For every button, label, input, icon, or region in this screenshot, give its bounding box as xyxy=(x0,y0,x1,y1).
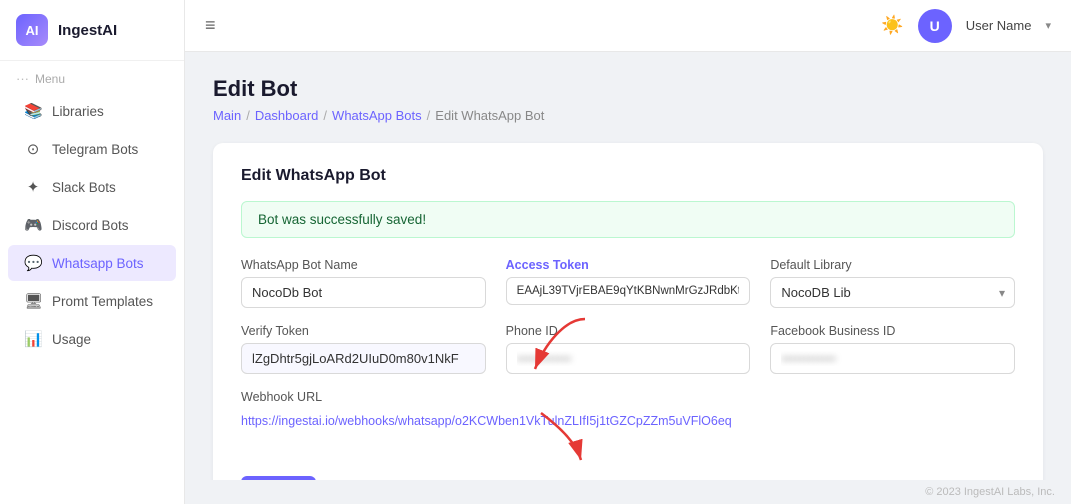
breadcrumb: Main / Dashboard / WhatsApp Bots / Edit … xyxy=(213,108,1043,123)
webhook-section: Webhook URL https://ingestai.io/webhooks… xyxy=(241,390,1015,428)
breadcrumb-dashboard[interactable]: Dashboard xyxy=(255,108,319,123)
slack-icon: ✦ xyxy=(24,178,42,196)
access-token-group: Access Token xyxy=(506,258,751,308)
sidebar-item-label: Promt Templates xyxy=(52,294,153,309)
sidebar: AI IngestAI ··· Menu 📚 Libraries ⊙ Teleg… xyxy=(0,0,185,504)
verify-token-group: Verify Token xyxy=(241,324,486,374)
app-logo-icon: AI xyxy=(16,14,48,46)
menu-label: Menu xyxy=(35,72,65,86)
phone-id-input[interactable] xyxy=(506,343,751,374)
breadcrumb-sep-2: / xyxy=(323,108,327,123)
breadcrumb-sep-1: / xyxy=(246,108,250,123)
theme-toggle-icon[interactable]: ☀️ xyxy=(881,15,903,36)
content-area: Edit Bot Main / Dashboard / WhatsApp Bot… xyxy=(185,52,1071,480)
default-library-select[interactable]: NocoDB Lib xyxy=(770,277,1015,308)
success-message: Bot was successfully saved! xyxy=(258,212,426,227)
user-name: User Name xyxy=(966,18,1032,33)
app-name: IngestAI xyxy=(58,22,117,39)
discord-icon: 🎮 xyxy=(24,216,42,234)
sidebar-menu-section: ··· Menu xyxy=(0,61,184,92)
sidebar-item-label: Usage xyxy=(52,332,91,347)
bot-name-input[interactable] xyxy=(241,277,486,308)
bot-name-label: WhatsApp Bot Name xyxy=(241,258,486,272)
sidebar-item-telegram-bots[interactable]: ⊙ Telegram Bots xyxy=(8,131,176,167)
libraries-icon: 📚 xyxy=(24,102,42,120)
topbar: ≡ ☀️ U User Name ▾ xyxy=(185,0,1071,52)
webhook-url-label: Webhook URL xyxy=(241,390,1015,404)
breadcrumb-sep-3: / xyxy=(427,108,431,123)
whatsapp-icon: 💬 xyxy=(24,254,42,272)
sidebar-item-label: Libraries xyxy=(52,104,104,119)
fb-business-id-label: Facebook Business ID xyxy=(770,324,1015,338)
access-token-input[interactable] xyxy=(506,277,751,305)
verify-token-input[interactable] xyxy=(241,343,486,374)
default-library-select-wrapper[interactable]: NocoDB Lib xyxy=(770,277,1015,308)
breadcrumb-main[interactable]: Main xyxy=(213,108,241,123)
form-row-1: WhatsApp Bot Name Access Token Default L… xyxy=(241,258,1015,308)
sidebar-logo: AI IngestAI xyxy=(0,0,184,61)
user-avatar[interactable]: U xyxy=(918,9,952,43)
sidebar-item-label: Slack Bots xyxy=(52,180,116,195)
bot-name-group: WhatsApp Bot Name xyxy=(241,258,486,308)
dots-icon: ··· xyxy=(16,71,29,86)
edit-bot-card: Edit WhatsApp Bot Bot was successfully s… xyxy=(213,143,1043,480)
templates-icon: 🖥 xyxy=(24,292,42,310)
topbar-right: ☀️ U User Name ▾ xyxy=(881,9,1051,43)
form-row-2: Verify Token Phone ID Facebook Business … xyxy=(241,324,1015,374)
default-library-label: Default Library xyxy=(770,258,1015,272)
card-title: Edit WhatsApp Bot xyxy=(241,167,1015,185)
footer: © 2023 IngestAI Labs, Inc. xyxy=(185,480,1071,504)
sidebar-item-label: Discord Bots xyxy=(52,218,129,233)
phone-id-label: Phone ID xyxy=(506,324,751,338)
footer-text: © 2023 IngestAI Labs, Inc. xyxy=(925,486,1055,498)
breadcrumb-whatsapp-bots[interactable]: WhatsApp Bots xyxy=(332,108,422,123)
sidebar-item-label: Telegram Bots xyxy=(52,142,138,157)
webhook-url-group: Webhook URL https://ingestai.io/webhooks… xyxy=(241,390,1015,428)
user-dropdown-chevron[interactable]: ▾ xyxy=(1045,19,1051,32)
sidebar-item-label: Whatsapp Bots xyxy=(52,256,144,271)
sidebar-item-whatsapp-bots[interactable]: 💬 Whatsapp Bots xyxy=(8,245,176,281)
verify-token-label: Verify Token xyxy=(241,324,486,338)
success-banner: Bot was successfully saved! xyxy=(241,201,1015,238)
fb-business-id-group: Facebook Business ID xyxy=(770,324,1015,374)
webhook-url-value: https://ingestai.io/webhooks/whatsapp/o2… xyxy=(241,414,1015,428)
sidebar-item-libraries[interactable]: 📚 Libraries xyxy=(8,93,176,129)
phone-id-group: Phone ID xyxy=(506,324,751,374)
default-library-group: Default Library NocoDB Lib xyxy=(770,258,1015,308)
sidebar-item-prompt-templates[interactable]: 🖥 Promt Templates xyxy=(8,283,176,319)
page-title: Edit Bot xyxy=(213,76,1043,102)
sidebar-item-usage[interactable]: 📊 Usage xyxy=(8,321,176,357)
breadcrumb-current: Edit WhatsApp Bot xyxy=(435,108,544,123)
sidebar-item-slack-bots[interactable]: ✦ Slack Bots xyxy=(8,169,176,205)
hamburger-icon[interactable]: ≡ xyxy=(205,15,216,36)
telegram-icon: ⊙ xyxy=(24,140,42,158)
fb-business-id-input[interactable] xyxy=(770,343,1015,374)
main-area: ≡ ☀️ U User Name ▾ Edit Bot Main / Dashb… xyxy=(185,0,1071,504)
sidebar-item-discord-bots[interactable]: 🎮 Discord Bots xyxy=(8,207,176,243)
access-token-label: Access Token xyxy=(506,258,751,272)
usage-icon: 📊 xyxy=(24,330,42,348)
topbar-left: ≡ xyxy=(205,15,216,36)
